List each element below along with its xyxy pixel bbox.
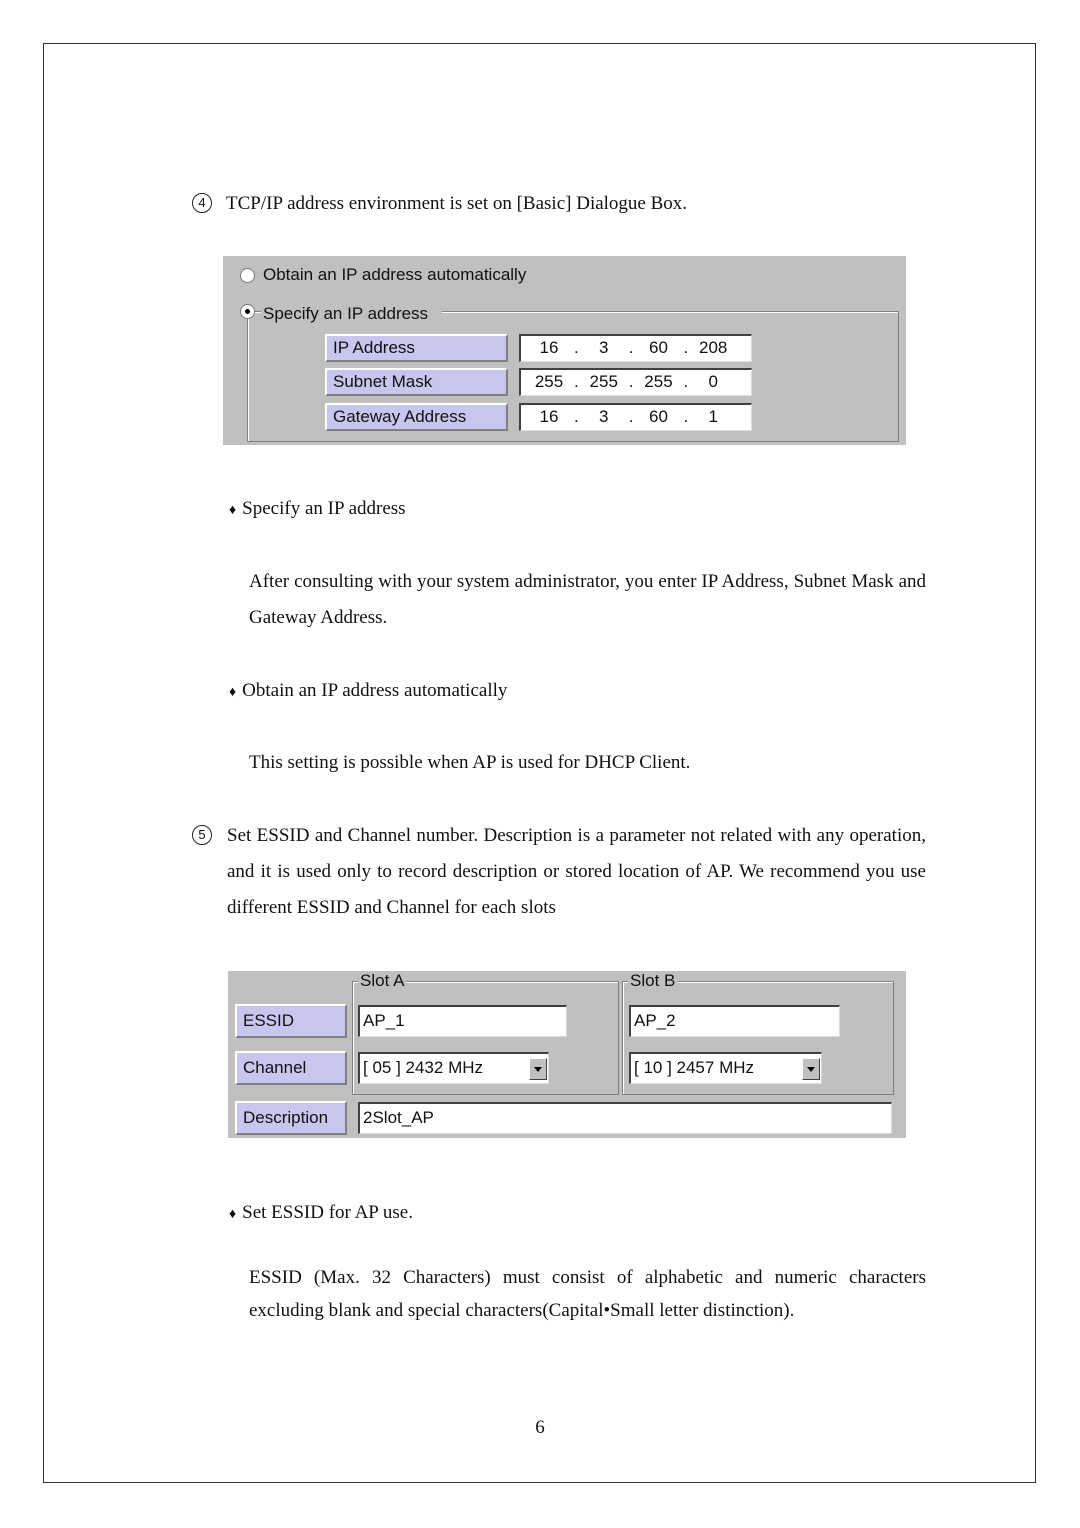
bullet-obtain-auto-body: This setting is possible when AP is used… bbox=[249, 752, 691, 773]
bullet-set-essid: ♦ Set ESSID for AP use. bbox=[229, 1195, 413, 1233]
radio-obtain-auto[interactable] bbox=[240, 268, 255, 283]
ip-address-input[interactable]: 16. 3. 60. 208 bbox=[519, 334, 752, 362]
octet: 255 bbox=[534, 372, 564, 391]
octet: 0 bbox=[708, 372, 718, 391]
step-5-badge-wrap: 5 bbox=[192, 818, 226, 854]
diamond-bullet-icon: ♦ bbox=[229, 685, 237, 700]
octet: 255 bbox=[589, 372, 618, 391]
octet: 1 bbox=[708, 407, 718, 426]
diamond-bullet-icon: ♦ bbox=[229, 503, 237, 518]
slot-a-essid-input[interactable]: AP_1 bbox=[358, 1005, 567, 1037]
gateway-address-input[interactable]: 16. 3. 60. 1 bbox=[519, 403, 752, 431]
radio-specify-ip-label[interactable]: Specify an IP address bbox=[261, 302, 443, 326]
description-label: Description bbox=[235, 1101, 347, 1135]
slot-a-title: Slot A bbox=[358, 971, 407, 990]
slot-b-channel-value: [ 10 ] 2457 MHz bbox=[634, 1058, 755, 1077]
diamond-bullet-icon: ♦ bbox=[229, 1207, 237, 1222]
bullet-set-essid-body: ESSID (Max. 32 Characters) must consist … bbox=[249, 1267, 926, 1321]
gateway-address-label: Gateway Address bbox=[325, 403, 508, 431]
description-input[interactable]: 2Slot_AP bbox=[358, 1102, 892, 1134]
step-4-text: TCP/IP address environment is set on [Ba… bbox=[226, 193, 688, 214]
chevron-down-icon[interactable] bbox=[529, 1058, 547, 1080]
bullet-title: Obtain an IP address automatically bbox=[242, 680, 508, 701]
octet: 208 bbox=[699, 338, 728, 357]
octet: 16 bbox=[539, 338, 559, 357]
subnet-mask-label: Subnet Mask bbox=[325, 368, 508, 396]
channel-label: Channel bbox=[235, 1051, 347, 1085]
slot-settings-panel: Slot A Slot B ESSID AP_1 AP_2 Channel [ … bbox=[228, 971, 906, 1138]
step-5-text: Set ESSID and Channel number. Descriptio… bbox=[227, 825, 926, 918]
page-number: 6 bbox=[535, 1417, 545, 1438]
slot-b-essid-input[interactable]: AP_2 bbox=[629, 1005, 840, 1037]
bullet-specify-ip: ♦ Specify an IP address bbox=[229, 491, 406, 529]
essid-label: ESSID bbox=[235, 1004, 347, 1038]
step-number-badge: 4 bbox=[192, 193, 212, 213]
octet: 60 bbox=[649, 407, 668, 426]
ip-settings-panel: Obtain an IP address automatically Speci… bbox=[223, 256, 906, 445]
radio-specify-ip[interactable] bbox=[240, 304, 255, 319]
bullet-title: Specify an IP address bbox=[242, 498, 406, 519]
radio-obtain-auto-label[interactable]: Obtain an IP address automatically bbox=[263, 263, 526, 287]
octet: 16 bbox=[539, 407, 559, 426]
octet: 255 bbox=[644, 372, 673, 391]
subnet-mask-input[interactable]: 255. 255. 255. 0 bbox=[519, 368, 752, 396]
step-number-badge: 5 bbox=[192, 825, 212, 845]
bullet-obtain-auto: ♦ Obtain an IP address automatically bbox=[229, 673, 507, 711]
octet: 3 bbox=[599, 338, 609, 357]
slot-b-title: Slot B bbox=[628, 971, 678, 990]
bullet-title: Set ESSID for AP use. bbox=[242, 1202, 413, 1223]
octet: 60 bbox=[649, 338, 668, 357]
octet: 3 bbox=[599, 407, 609, 426]
bullet-specify-ip-body: After consulting with your system admini… bbox=[249, 571, 926, 628]
step-4-heading: 4 TCP/IP address environment is set on [B… bbox=[192, 186, 687, 222]
slot-a-channel-select[interactable]: [ 05 ] 2432 MHz bbox=[358, 1052, 549, 1084]
ip-address-label: IP Address bbox=[325, 334, 508, 362]
chevron-down-icon[interactable] bbox=[802, 1058, 820, 1080]
slot-b-channel-select[interactable]: [ 10 ] 2457 MHz bbox=[629, 1052, 822, 1084]
slot-a-channel-value: [ 05 ] 2432 MHz bbox=[363, 1058, 484, 1077]
